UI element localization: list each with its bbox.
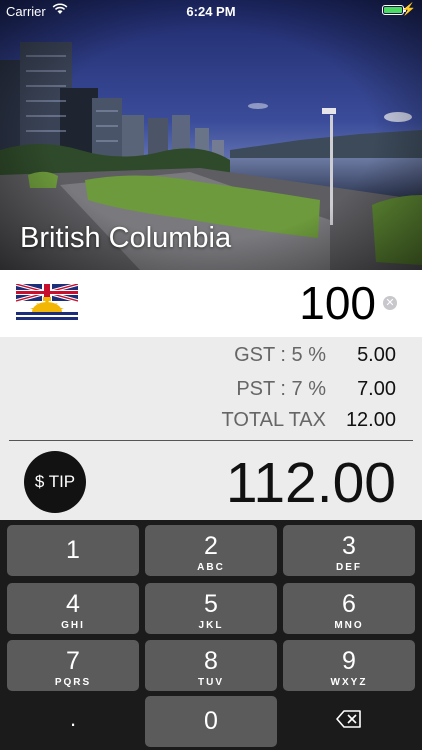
region-name: British Columbia xyxy=(20,222,232,254)
key-digit: 3 xyxy=(342,532,356,560)
key-digit: . xyxy=(69,706,77,731)
tip-button[interactable]: $ TIP xyxy=(24,451,86,513)
tax-value: 12.00 xyxy=(345,409,396,431)
key-digit: 0 xyxy=(204,707,218,735)
key-letters: JKL xyxy=(198,620,224,631)
key-letters: GHI xyxy=(61,620,85,631)
key-letters: DEF xyxy=(336,562,362,573)
key-digit: 5 xyxy=(204,590,218,618)
key-2[interactable]: 2 ABC xyxy=(145,525,277,576)
clock: 6:24 PM xyxy=(186,4,236,19)
key-4[interactable]: 4 GHI xyxy=(7,583,139,634)
key-8[interactable]: 8 TUV xyxy=(145,640,277,691)
clear-icon[interactable]: ✕ xyxy=(383,296,397,310)
key-decimal[interactable]: . xyxy=(7,696,139,747)
key-digit: 2 xyxy=(204,532,218,560)
tax-line-total: TOTAL TAX 12.00 xyxy=(0,409,422,439)
key-digit: 7 xyxy=(66,647,80,675)
key-3[interactable]: 3 DEF xyxy=(283,525,415,576)
battery-level xyxy=(384,7,402,13)
bc-flag-icon[interactable] xyxy=(15,282,79,322)
key-digit: 6 xyxy=(342,590,356,618)
key-letters: TUV xyxy=(198,677,224,688)
key-digit: 9 xyxy=(342,647,356,675)
key-digit: 8 xyxy=(204,647,218,675)
charging-icon: ⚡ xyxy=(401,2,416,16)
region-photo: British Columbia xyxy=(0,0,422,270)
key-9[interactable]: 9 WXYZ xyxy=(283,640,415,691)
tax-label: GST : 5 % xyxy=(234,344,326,366)
key-letters: WXYZ xyxy=(330,677,368,688)
status-bar: Carrier 6:24 PM ⚡ xyxy=(0,0,422,22)
key-letters: ABC xyxy=(197,562,225,573)
tax-label: TOTAL TAX xyxy=(221,409,326,431)
key-1[interactable]: 1 xyxy=(7,525,139,576)
key-7[interactable]: 7 PQRS xyxy=(7,640,139,691)
grand-total: 112.00 xyxy=(225,451,396,515)
key-letters: PQRS xyxy=(54,677,92,688)
backspace-button[interactable] xyxy=(283,696,415,747)
key-letters: MNO xyxy=(334,620,364,631)
tax-label: PST : 7 % xyxy=(236,378,326,400)
key-digit: 1 xyxy=(66,536,80,564)
key-0[interactable]: 0 xyxy=(145,696,277,747)
key-6[interactable]: 6 MNO xyxy=(283,583,415,634)
backspace-icon xyxy=(283,710,415,733)
key-5[interactable]: 5 JKL xyxy=(145,583,277,634)
amount-display[interactable]: 100 xyxy=(299,276,376,330)
tax-value: 5.00 xyxy=(357,344,396,366)
tax-line-gst: GST : 5 % 5.00 xyxy=(0,344,422,374)
key-digit: 4 xyxy=(66,590,80,618)
tax-value: 7.00 xyxy=(357,378,396,400)
divider xyxy=(9,440,413,441)
tax-line-pst: PST : 7 % 7.00 xyxy=(0,378,422,408)
